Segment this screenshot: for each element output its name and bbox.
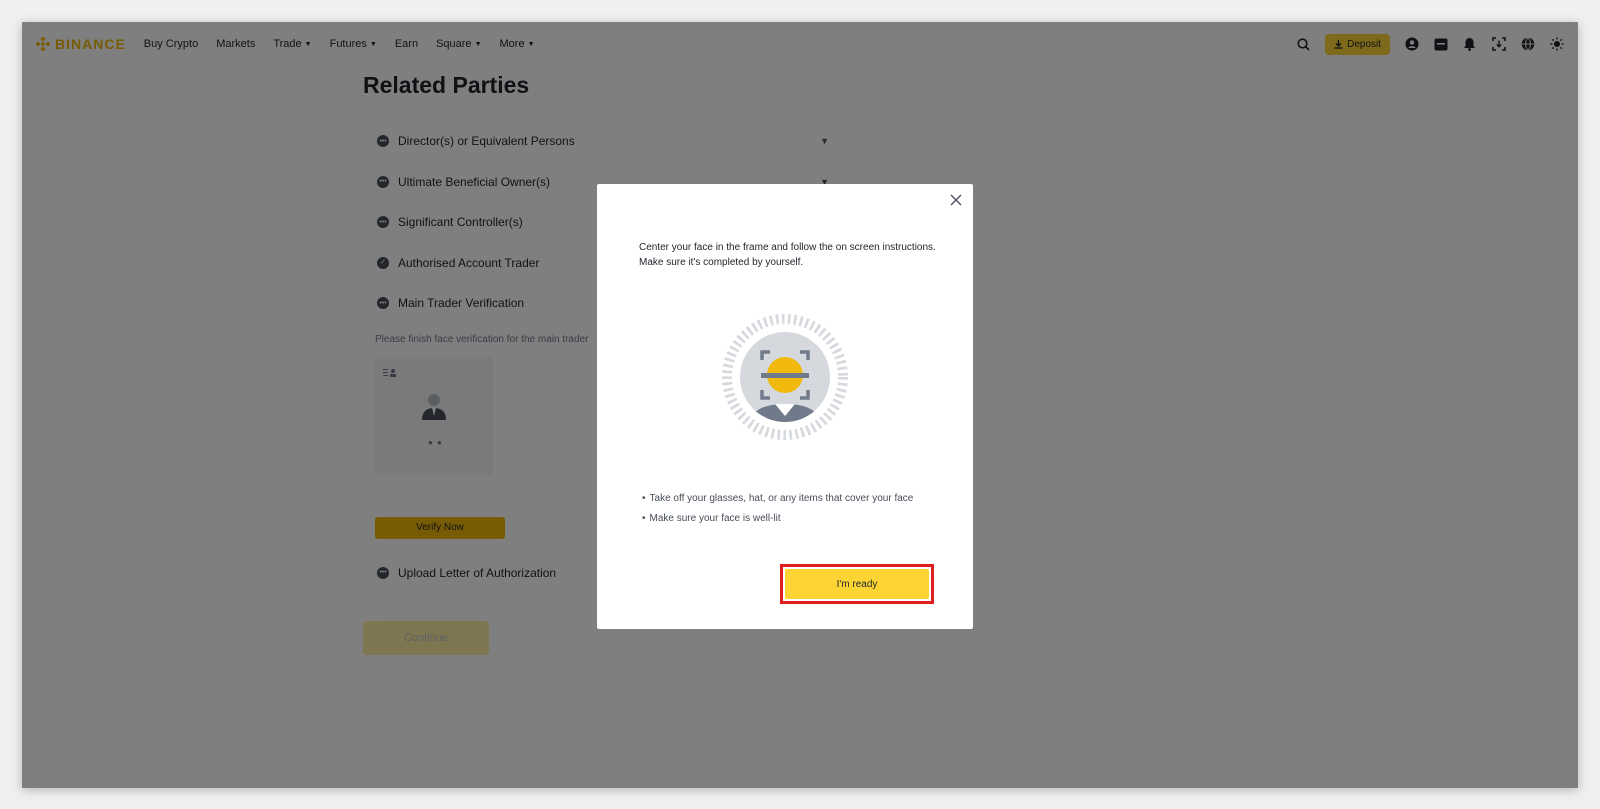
browser-frame: BINANCE Buy Crypto Markets Trade▼ Future… <box>22 22 1578 788</box>
face-scan-illustration <box>722 314 848 440</box>
face-verification-modal: Center your face in the frame and follow… <box>597 184 973 629</box>
tip-item: • Take off your glasses, hat, or any item… <box>642 488 913 508</box>
bullet-icon: • <box>642 512 646 524</box>
im-ready-button[interactable]: I'm ready <box>785 569 929 599</box>
tip-text: Take off your glasses, hat, or any items… <box>649 492 914 504</box>
modal-tips: • Take off your glasses, hat, or any item… <box>642 488 913 528</box>
modal-instructions: Center your face in the frame and follow… <box>639 242 936 268</box>
tip-item: • Make sure your face is well-lit <box>642 508 913 528</box>
ready-button-highlight: I'm ready <box>780 564 934 604</box>
tip-text: Make sure your face is well-lit <box>649 512 781 524</box>
bullet-icon: • <box>642 492 646 504</box>
close-icon[interactable] <box>949 193 963 207</box>
